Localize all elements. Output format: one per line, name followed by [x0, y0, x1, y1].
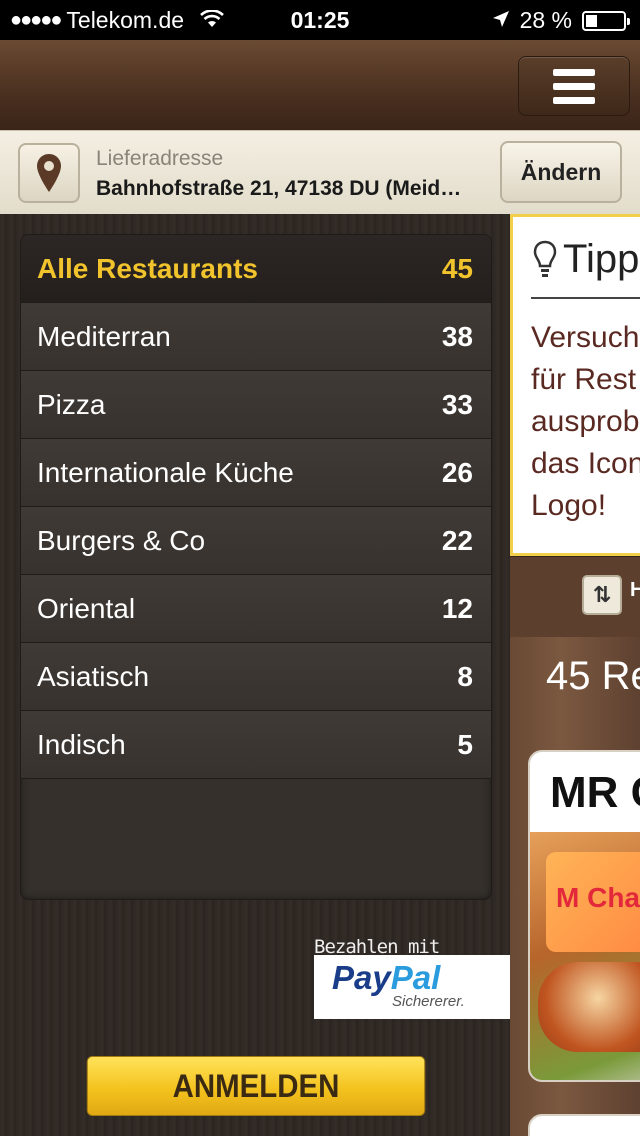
category-count: 12 — [441, 592, 473, 624]
paypal-pal: Pal — [390, 959, 441, 996]
tip-title-text: Tipp: — [563, 237, 640, 281]
paypal-wordmark: PayPal — [332, 959, 440, 997]
restaurant-image: M Cham — [530, 832, 640, 1080]
category-row[interactable]: Internationale Küche 26 — [21, 439, 491, 507]
tip-line: Versuch — [531, 321, 640, 354]
delivery-address-label: Lieferadresse — [96, 147, 224, 170]
category-row[interactable]: Asiatisch 8 — [21, 643, 491, 711]
restaurant-card[interactable]: MR CH M Cham — [528, 750, 640, 1082]
tip-line: für Rest — [531, 363, 637, 396]
category-row[interactable]: Mediterran 38 — [21, 303, 491, 371]
category-row[interactable]: Indisch 5 — [21, 711, 491, 779]
category-name: Alle Restaurants — [37, 252, 258, 284]
tip-title: Tipp: — [533, 237, 640, 282]
location-pin-button[interactable] — [18, 143, 80, 203]
change-address-button[interactable]: Ändern — [500, 141, 622, 203]
login-button[interactable]: ANMELDEN — [86, 1056, 426, 1116]
results-count-heading: 45 Res — [546, 654, 640, 698]
tip-line: das Icon — [531, 447, 640, 480]
location-arrow-icon — [492, 7, 510, 34]
category-count: 26 — [441, 456, 473, 488]
restaurant-logo-badge: M Cham — [546, 852, 640, 952]
category-count: 22 — [441, 524, 473, 556]
map-pin-icon — [37, 154, 61, 192]
tip-divider — [531, 297, 640, 299]
battery-fill — [586, 14, 597, 27]
restaurant-name: MR CH — [550, 768, 640, 817]
hamburger-line — [553, 82, 595, 90]
category-row[interactable]: Alle Restaurants 45 — [21, 235, 491, 303]
category-name: Mediterran — [37, 320, 171, 352]
delivery-address-bar: Lieferadresse Bahnhofstraße 21, 47138 DU… — [0, 130, 640, 216]
restaurant-list-peek: Tipp: Versuch für Rest ausprob das Icon … — [510, 214, 640, 1136]
category-row[interactable]: Pizza 33 — [21, 371, 491, 439]
category-count: 8 — [457, 660, 473, 692]
paypal-pay: Pay — [332, 959, 391, 996]
category-name: Burgers & Co — [37, 524, 206, 556]
delivery-address-value[interactable]: Bahnhofstraße 21, 47138 DU (Meid… — [96, 177, 461, 201]
category-count: 5 — [457, 728, 473, 760]
battery-percentage: 28 % — [519, 7, 572, 33]
paypal-tagline: Sichererer. — [392, 993, 465, 1010]
category-list: Alle Restaurants 45 Mediterran 38 Pizza 33 Int… — [20, 234, 492, 900]
hamburger-menu-button[interactable] — [518, 56, 630, 116]
sort-arrows-icon[interactable]: ⇅ — [582, 575, 622, 615]
app-header — [0, 40, 640, 130]
hamburger-menu-icon — [553, 68, 595, 76]
category-menu-panel: Alle Restaurants 45 Mediterran 38 Pizza 33 Int… — [0, 214, 510, 1136]
sort-label: H — [630, 579, 640, 601]
category-row[interactable]: Burgers & Co 22 — [21, 507, 491, 575]
tip-line: Logo! — [531, 489, 607, 522]
tip-text: Versuch für Rest ausprob das Icon Logo! — [531, 317, 640, 527]
category-count: 38 — [441, 320, 473, 352]
sort-bar[interactable]: ⇅ H — [510, 556, 640, 637]
tip-line: ausprob — [531, 405, 640, 438]
category-name: Asiatisch — [37, 660, 150, 692]
category-name: Pizza — [37, 388, 106, 420]
category-name: Oriental — [37, 592, 136, 624]
status-right: 28 % — [492, 7, 630, 34]
battery-icon — [582, 10, 630, 31]
lightbulb-icon — [533, 240, 557, 277]
category-name: Indisch — [37, 728, 126, 760]
food-photo — [538, 962, 640, 1052]
category-count: 45 — [441, 252, 473, 284]
hamburger-line — [553, 96, 595, 104]
status-bar: ●●●●● Telekom.de 01:25 28 % — [0, 0, 640, 40]
paypal-logo: PayPal Sichererer. — [314, 955, 510, 1019]
category-name: Internationale Küche — [37, 456, 294, 488]
restaurant-card-next[interactable] — [528, 1114, 640, 1136]
category-row[interactable]: Oriental 12 — [21, 575, 491, 643]
category-count: 33 — [441, 388, 473, 420]
tip-box: Tipp: Versuch für Rest ausprob das Icon … — [510, 214, 640, 556]
